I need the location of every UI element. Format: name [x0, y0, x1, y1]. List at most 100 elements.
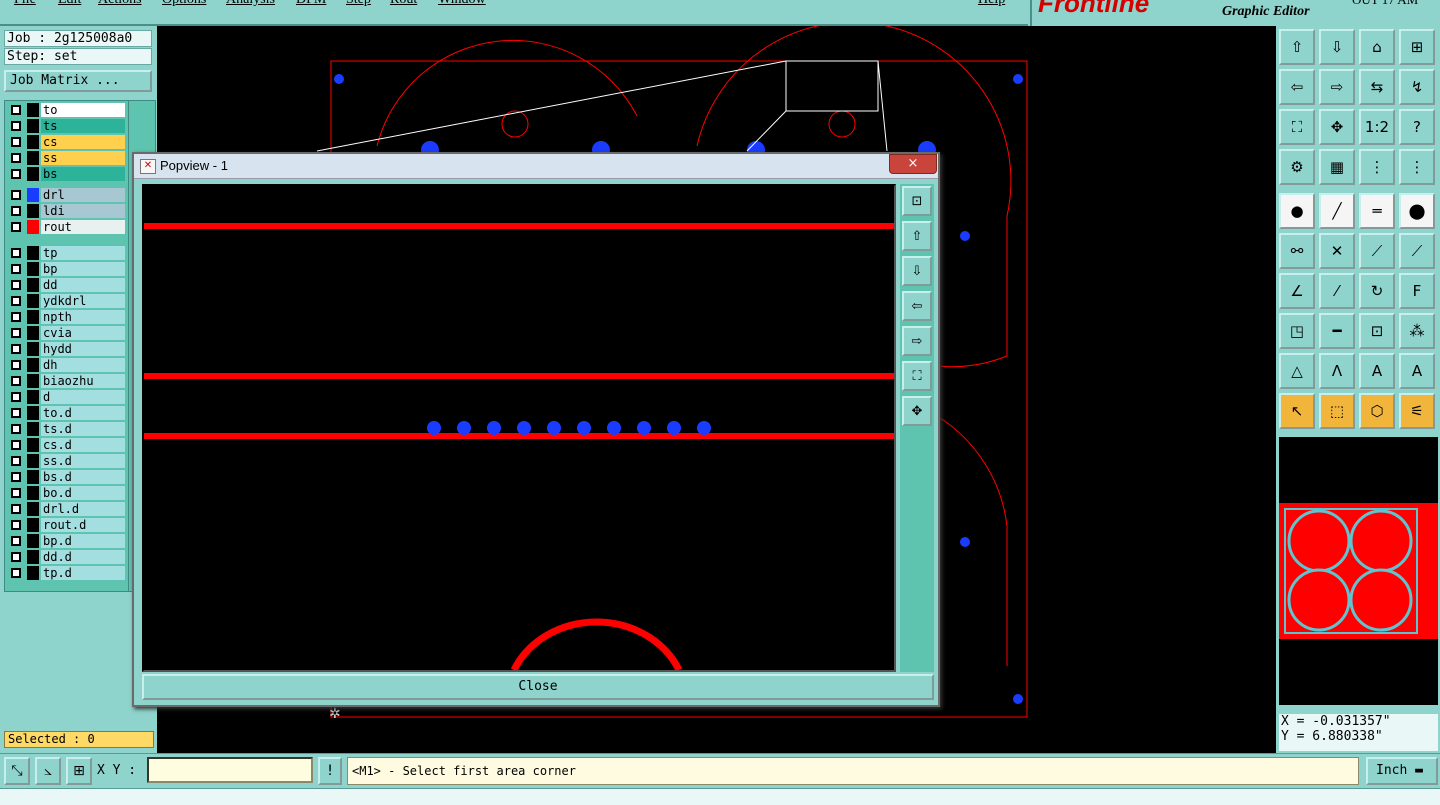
layer-name[interactable]: drl	[41, 188, 125, 202]
layer-color-swatch[interactable]	[27, 246, 39, 260]
layer-name[interactable]: hydd	[41, 342, 125, 356]
job-matrix-button[interactable]: Job Matrix ...	[4, 70, 152, 92]
layer-row-rout[interactable]: rout	[7, 220, 125, 234]
grid-view-icon[interactable]: ⊞	[1399, 29, 1435, 65]
layer-row-ss[interactable]: ss	[7, 151, 125, 165]
layer-row-bs[interactable]: bs	[7, 167, 125, 181]
layer-row-bs-d[interactable]: bs.d	[7, 470, 125, 484]
layer-row-dh[interactable]: dh	[7, 358, 125, 372]
alert-icon[interactable]: !	[318, 757, 342, 785]
triangle-icon[interactable]: △	[1279, 353, 1315, 389]
layer-name[interactable]: tp	[41, 246, 125, 260]
layer-color-swatch[interactable]	[27, 566, 39, 580]
menu-edit[interactable]: Edit	[58, 0, 81, 8]
layer-checkbox[interactable]	[11, 408, 21, 418]
circle-pad-icon[interactable]: ⬤	[1399, 193, 1435, 229]
close-button[interactable]: Close	[142, 674, 934, 700]
snap2-icon[interactable]: ⋮	[1399, 149, 1435, 185]
layer-name[interactable]: bo.d	[41, 486, 125, 500]
arch-icon[interactable]: Λ	[1319, 353, 1355, 389]
layer-color-swatch[interactable]	[27, 390, 39, 404]
resize-icon[interactable]: ⤡	[4, 757, 30, 785]
layer-name[interactable]: ydkdrl	[41, 294, 125, 308]
segment2-icon[interactable]: ⟋	[1399, 233, 1435, 269]
menu-options[interactable]: Options	[162, 0, 206, 8]
layer-color-swatch[interactable]	[27, 438, 39, 452]
measure-icon[interactable]: ⊡	[1359, 313, 1395, 349]
layer-checkbox[interactable]	[11, 105, 21, 115]
layer-row-bo-d[interactable]: bo.d	[7, 486, 125, 500]
layer-name[interactable]: to.d	[41, 406, 125, 420]
layer-checkbox[interactable]	[11, 137, 21, 147]
menu-actions[interactable]: Actions	[98, 0, 142, 8]
layer-row-hydd[interactable]: hydd	[7, 342, 125, 356]
menu-dfm[interactable]: DFM	[296, 0, 326, 8]
layer-color-swatch[interactable]	[27, 220, 39, 234]
layer-row-to[interactable]: to	[7, 103, 125, 117]
layer-name[interactable]: cvia	[41, 326, 125, 340]
layer-name[interactable]: rout.d	[41, 518, 125, 532]
layer-row-d[interactable]: d	[7, 390, 125, 404]
layer-name[interactable]: dd.d	[41, 550, 125, 564]
draw-line-icon[interactable]: ╱	[1319, 193, 1355, 229]
layer-row-npth[interactable]: npth	[7, 310, 125, 324]
layer-color-swatch[interactable]	[27, 188, 39, 202]
layer-row-tp-d[interactable]: tp.d	[7, 566, 125, 580]
layer-color-swatch[interactable]	[27, 119, 39, 133]
layer-color-swatch[interactable]	[27, 135, 39, 149]
layer-checkbox[interactable]	[11, 296, 21, 306]
fit-icon[interactable]: ⛶	[1279, 109, 1315, 145]
layer-name[interactable]: dd	[41, 278, 125, 292]
layer-color-swatch[interactable]	[27, 422, 39, 436]
layer-row-ydkdrl[interactable]: ydkdrl	[7, 294, 125, 308]
layer-row-bp-d[interactable]: bp.d	[7, 534, 125, 548]
layer-row-ss-d[interactable]: ss.d	[7, 454, 125, 468]
layer-row-drl-d[interactable]: drl.d	[7, 502, 125, 516]
layer-color-swatch[interactable]	[27, 358, 39, 372]
layer-checkbox[interactable]	[11, 392, 21, 402]
layer-row-ts-d[interactable]: ts.d	[7, 422, 125, 436]
layer-checkbox[interactable]	[11, 248, 21, 258]
close-icon[interactable]: ×	[889, 154, 937, 174]
zoom-window-icon[interactable]: ⊡	[902, 186, 932, 216]
rotate-icon[interactable]: ↻	[1359, 273, 1395, 309]
menu-step[interactable]: Step	[346, 0, 371, 8]
layer-checkbox[interactable]	[11, 440, 21, 450]
layer-color-swatch[interactable]	[27, 310, 39, 324]
pan-left-icon[interactable]: ⇦	[1279, 69, 1315, 105]
mirror-icon[interactable]: ⇆	[1359, 69, 1395, 105]
pan-right-icon[interactable]: ⇨	[902, 326, 932, 356]
layer-color-swatch[interactable]	[27, 518, 39, 532]
layer-checkbox[interactable]	[11, 536, 21, 546]
layer-checkbox[interactable]	[11, 169, 21, 179]
minimap[interactable]	[1279, 437, 1438, 705]
layer-checkbox[interactable]	[11, 504, 21, 514]
layer-row-tp[interactable]: tp	[7, 246, 125, 260]
layer-row-dd[interactable]: dd	[7, 278, 125, 292]
ruler-icon[interactable]: ═	[1359, 193, 1395, 229]
layer-name[interactable]: rout	[41, 220, 125, 234]
grid-icon[interactable]: ▦	[1319, 149, 1355, 185]
layer-name[interactable]: bp	[41, 262, 125, 276]
layer-name[interactable]: d	[41, 390, 125, 404]
settings-icon[interactable]: ⚙	[1279, 149, 1315, 185]
cross-icon[interactable]: ✕	[1319, 233, 1355, 269]
layer-row-ldi[interactable]: ldi	[7, 204, 125, 218]
layer-name[interactable]: ts	[41, 119, 125, 133]
layer-checkbox[interactable]	[11, 568, 21, 578]
menu-analysis[interactable]: Analysis	[226, 0, 275, 8]
layer-checkbox[interactable]	[11, 456, 21, 466]
select-net-icon[interactable]: ⚟	[1399, 393, 1435, 429]
angle-icon[interactable]: ∠	[1279, 273, 1315, 309]
layer-row-rout-d[interactable]: rout.d	[7, 518, 125, 532]
layer-color-swatch[interactable]	[27, 326, 39, 340]
layer-row-to-d[interactable]: to.d	[7, 406, 125, 420]
pan-right-icon[interactable]: ⇨	[1319, 69, 1355, 105]
layer-checkbox[interactable]	[11, 312, 21, 322]
layer-color-swatch[interactable]	[27, 486, 39, 500]
scale-icon[interactable]: 1:2	[1359, 109, 1395, 145]
menu-rout[interactable]: Rout	[390, 0, 417, 8]
layer-row-cs[interactable]: cs	[7, 135, 125, 149]
layer-color-swatch[interactable]	[27, 262, 39, 276]
layer-color-swatch[interactable]	[27, 151, 39, 165]
